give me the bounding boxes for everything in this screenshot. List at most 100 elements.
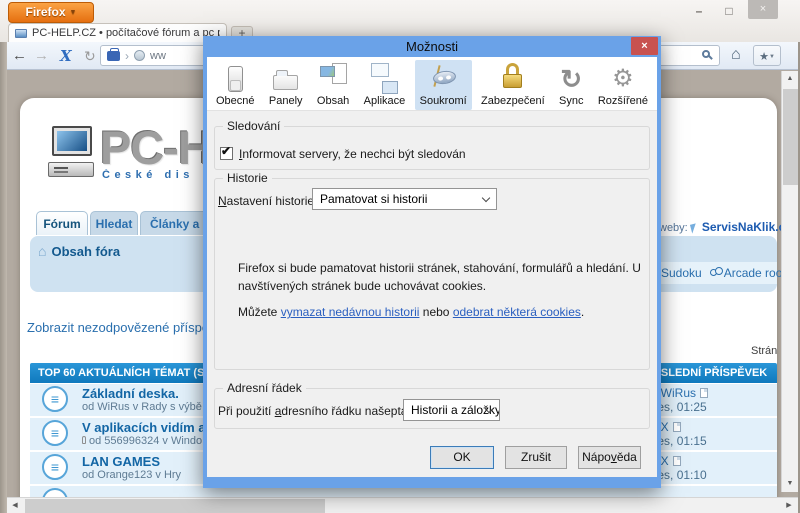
tab-label: Panely [269, 95, 303, 107]
firefox-menu-button[interactable]: Firefox▼ [8, 2, 94, 23]
text: ěda [617, 450, 637, 464]
scroll-right-arrow[interactable]: ▶ [781, 498, 797, 513]
tab-label: Zabezpečení [481, 95, 545, 107]
window-frame-left [0, 42, 7, 513]
tab-aplikace[interactable]: Aplikace [359, 60, 411, 110]
caret-down-icon: ▼ [769, 54, 775, 60]
options-dialog: Možnosti × Obecné Panely Obsah Aplik [203, 36, 661, 488]
scroll-up-arrow[interactable]: ▲ [782, 71, 798, 87]
dialog-tab-strip: Obecné Panely Obsah Aplikace Soukromí [207, 57, 657, 111]
browser-tab[interactable]: PC-HELP.CZ • počítačové fórum a pc po... [8, 23, 227, 42]
site-identity-icon[interactable] [107, 51, 120, 61]
goto-post-icon[interactable] [673, 422, 681, 432]
back-button[interactable]: ← [12, 47, 27, 65]
ok-button[interactable]: OK [430, 446, 494, 469]
history-actions-line: Můžete vymazat nedávnou historii nebo od… [238, 305, 584, 319]
lastpost-header-label: POSLEDNÍ PŘÍSPĚVEK [645, 367, 767, 379]
check-icon: ✔ [221, 144, 231, 158]
page-tab-search[interactable]: Hledat [90, 211, 138, 235]
vertical-scrollbar[interactable]: ▲ ▼ [781, 71, 798, 492]
games-links: SudokuArcade room [661, 266, 792, 280]
history-description-line2: navštívených stránek bude uchovávat cook… [238, 279, 486, 293]
tab-label: Sync [559, 95, 583, 107]
page-indicator: Strán [751, 345, 777, 357]
topic-title-link[interactable]: Základní deska. [82, 386, 179, 401]
minimize-button[interactable]: – [686, 4, 712, 20]
do-not-track-label[interactable]: Informovat servery, že nechci být sledov… [239, 147, 466, 161]
topic-icon: ≡ [42, 420, 68, 446]
tab-sync[interactable]: ↻ Sync [554, 60, 588, 110]
screen: PC-H České dis Fórum Hledat Články a n w… [0, 0, 800, 513]
topic-title-link[interactable]: LAN GAMES [82, 454, 160, 469]
text: Můžete [238, 305, 281, 319]
maximize-button[interactable]: □ [716, 4, 742, 20]
label-text: astavení historie: [227, 194, 318, 208]
history-mode-dropdown[interactable]: Pamatovat si historii [312, 188, 497, 210]
topic-meta: od WiRus v Rady s výbě [82, 401, 202, 413]
tabs-folder-icon [273, 63, 298, 94]
goto-post-icon[interactable] [673, 456, 681, 466]
site-logo-tower-icon [48, 162, 94, 177]
history-setting-label: Nastavení historie: [218, 194, 317, 208]
tab-label: Obecné [216, 95, 255, 107]
sync-icon: ↻ [560, 63, 582, 94]
tab-panely[interactable]: Panely [264, 60, 308, 110]
horizontal-scrollbar[interactable]: ◀ ▶ [7, 497, 798, 513]
site-logo-monitor-icon [52, 126, 92, 156]
scroll-left-arrow[interactable]: ◀ [7, 498, 23, 513]
star-icon: ★ [759, 51, 769, 63]
search-icon[interactable] [702, 50, 710, 58]
servisnaklik-link[interactable]: ServisNaKlik.cz [702, 220, 791, 234]
dialog-close-button[interactable]: × [631, 37, 658, 55]
forward-button[interactable]: → [34, 47, 49, 65]
home-button[interactable]: ⌂ [731, 46, 741, 64]
location-suggest-dropdown[interactable]: Historii a záložky [403, 399, 500, 421]
tab-favicon [15, 29, 27, 38]
help-button[interactable]: Nápověda [578, 446, 641, 469]
breadcrumb[interactable]: ⌂ Obsah fóra [38, 243, 120, 259]
bookmarks-button[interactable]: ★▼ [753, 45, 781, 66]
dialog-body: Obecné Panely Obsah Aplikace Soukromí [207, 57, 657, 477]
site-logo-screen [57, 131, 87, 151]
site-logo-subtitle: České dis [102, 169, 203, 181]
history-legend: Historie [223, 171, 272, 185]
goto-post-icon[interactable] [700, 388, 708, 398]
unanswered-posts-link[interactable]: Zobrazit nezodpovězené příspěvk [27, 320, 222, 335]
horizontal-scrollbar-thumb[interactable] [25, 499, 325, 513]
remove-cookies-link[interactable]: odebrat některá cookies [453, 305, 581, 319]
chevron-icon: › [125, 49, 129, 63]
tab-label: Aplikace [364, 95, 406, 107]
do-not-track-checkbox[interactable]: ✔ [220, 147, 233, 160]
gear-icon: ⚙ [612, 63, 634, 94]
scroll-down-arrow[interactable]: ▼ [782, 476, 798, 492]
page-tab-forum[interactable]: Fórum [36, 211, 88, 235]
dropdown-value: Pamatovat si historii [320, 192, 427, 206]
reload-button[interactable]: ↻ [84, 47, 96, 65]
sudoku-link[interactable]: Sudoku [661, 266, 702, 280]
security-lock-icon [501, 63, 525, 94]
general-switch-icon [228, 63, 243, 94]
vertical-scrollbar-thumb[interactable] [783, 89, 798, 185]
window-close-button[interactable]: × [748, 0, 778, 19]
stop-button[interactable]: X [60, 47, 72, 65]
history-description-line1: Firefox si bude pamatovat historii strán… [238, 261, 641, 275]
recommended-sites: weby: ServisNaKlik.cz [659, 220, 791, 234]
text: nebo [419, 305, 452, 319]
home-icon: ⌂ [38, 243, 46, 259]
cancel-button[interactable]: Zrušit [505, 446, 567, 469]
tab-rozsirene[interactable]: ⚙ Rozšířené [593, 60, 653, 110]
cursor-icon [690, 223, 698, 233]
tab-obsah[interactable]: Obsah [312, 60, 354, 110]
topic-title-link[interactable]: V aplikacích vidím apli [82, 420, 221, 435]
dialog-title: Možnosti [203, 36, 661, 57]
globe-icon [134, 50, 145, 61]
tab-soukromi[interactable]: Soukromí [415, 60, 472, 110]
clear-recent-history-link[interactable]: vymazat nedávnou historii [281, 305, 420, 319]
site-logo-text: PC-H [100, 120, 203, 175]
breadcrumb-label: Obsah fóra [51, 244, 120, 259]
privacy-mask-icon [428, 63, 459, 94]
tab-label: Rozšířené [598, 95, 648, 107]
address-bar-text: ww [150, 50, 166, 62]
tab-obecne[interactable]: Obecné [211, 60, 260, 110]
tab-zabezpeceni[interactable]: Zabezpečení [476, 60, 550, 110]
